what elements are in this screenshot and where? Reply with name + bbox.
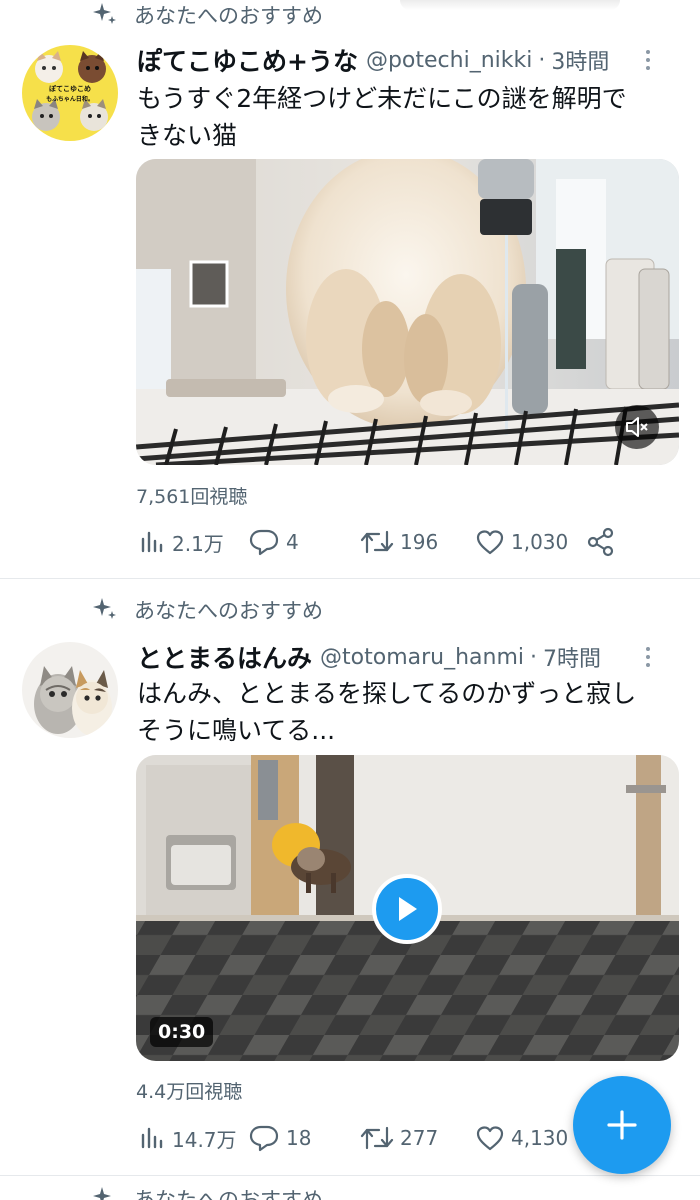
retweet-button[interactable]: 196: [360, 522, 438, 562]
cat-face-2: [78, 51, 106, 83]
impressions-icon: [141, 531, 163, 553]
like-count: 4,130: [511, 1126, 569, 1150]
retweet-count: 196: [400, 530, 439, 554]
sparkle-icon: [90, 0, 120, 30]
context-label: あなたへのおすすめ: [134, 4, 323, 28]
sparkle-icon: [90, 595, 120, 625]
timestamp[interactable]: 3時間: [551, 44, 609, 76]
share-button[interactable]: [586, 522, 622, 562]
action-bar: 14.7万 18 277 4,130: [140, 1118, 640, 1158]
mute-button[interactable]: [615, 405, 659, 449]
avatar[interactable]: [22, 642, 118, 738]
user-handle[interactable]: @potechi_nikki: [366, 48, 532, 73]
compose-button[interactable]: [573, 1076, 671, 1174]
play-button[interactable]: [372, 874, 442, 944]
impressions-icon: [141, 1127, 163, 1149]
tweet-header: ぽてこゆこめ+うな @potechi_nikki · 3時間: [137, 42, 680, 78]
cat-face-4: [80, 99, 108, 131]
context-label: あなたへのおすすめ: [134, 599, 323, 623]
view-count: 7,561回視聴: [136, 486, 248, 508]
reply-icon: [249, 529, 279, 556]
recommendation-context: あなたへのおすすめ: [90, 0, 323, 30]
impressions-count: 2.1万: [172, 531, 224, 556]
retweet-count: 277: [400, 1126, 439, 1150]
action-bar: 2.1万 4 196 1,030: [140, 522, 640, 562]
like-icon: [476, 1126, 504, 1151]
tweet-text-line: そうに鳴いてる...: [137, 716, 336, 745]
video-duration: 0:30: [150, 1017, 214, 1047]
view-count: 4.4万回視聴: [136, 1081, 243, 1103]
retweet-button[interactable]: 277: [360, 1118, 438, 1158]
tweet-text: もうすぐ2年経つけど未だにこの謎を解明で きない猫: [137, 80, 682, 154]
like-icon: [476, 530, 504, 555]
tweet-header: ととまるはんみ @totomaru_hanmi · 7時間: [137, 639, 680, 675]
video-player[interactable]: 0:30: [136, 755, 679, 1061]
tweet-potechi[interactable]: あなたへのおすすめ ぽてこゆこめ もふちゃん日和。 ぽてこゆこめ+うな @pot…: [0, 0, 700, 578]
svg-text:ぽてこゆこめ: ぽてこゆこめ: [49, 84, 91, 93]
reply-button[interactable]: 18: [248, 1118, 311, 1158]
retweet-icon: [360, 1126, 394, 1150]
duration-label: 0:30: [158, 1021, 206, 1043]
reply-icon: [249, 1125, 279, 1152]
separator: ·: [538, 47, 546, 73]
recommendation-context: あなたへのおすすめ: [90, 1184, 323, 1200]
like-button[interactable]: 4,130: [475, 1118, 568, 1158]
tweet-text-line: はんみ、ととまるを探してるのかずっと寂し: [137, 679, 637, 708]
impressions-button[interactable]: 2.1万: [140, 522, 224, 562]
like-count: 1,030: [511, 530, 569, 554]
display-name[interactable]: ぽてこゆこめ+うな: [137, 42, 358, 78]
like-button[interactable]: 1,030: [475, 522, 568, 562]
user-handle[interactable]: @totomaru_hanmi: [320, 645, 524, 670]
tweet-text: はんみ、ととまるを探してるのかずっと寂し そうに鳴いてる...: [137, 675, 682, 749]
video-thumbnail: [136, 159, 679, 465]
svg-text:もふちゃん日和。: もふちゃん日和。: [46, 95, 94, 103]
cat-face-3: [32, 99, 60, 131]
display-name[interactable]: ととまるはんみ: [137, 639, 312, 675]
retweet-icon: [360, 530, 394, 554]
separator: ·: [530, 644, 537, 670]
context-label: あなたへのおすすめ: [134, 1188, 323, 1200]
avatar[interactable]: ぽてこゆこめ もふちゃん日和。: [22, 45, 118, 141]
video-player[interactable]: [136, 159, 679, 465]
recommendation-context: あなたへのおすすめ: [90, 595, 323, 625]
reply-button[interactable]: 4: [248, 522, 299, 562]
sparkle-icon: [90, 1184, 120, 1200]
timestamp[interactable]: 7時間: [543, 641, 601, 673]
compose-icon: [607, 1110, 637, 1140]
cat-face-1: [35, 51, 63, 83]
play-icon: [399, 897, 417, 921]
mute-icon: [626, 417, 648, 437]
next-tweet-partial[interactable]: あなたへのおすすめ: [0, 1176, 700, 1200]
reply-count: 18: [286, 1126, 312, 1150]
more-icon[interactable]: [636, 645, 660, 669]
impressions-count: 14.7万: [172, 1127, 237, 1152]
impressions-button[interactable]: 14.7万: [140, 1118, 237, 1158]
share-icon: [587, 527, 614, 557]
more-icon[interactable]: [636, 48, 660, 72]
tweet-text-line: きない猫: [137, 121, 238, 150]
tweet-text-line: もうすぐ2年経つけど未だにこの謎を解明で: [137, 84, 627, 113]
reply-count: 4: [286, 530, 299, 554]
